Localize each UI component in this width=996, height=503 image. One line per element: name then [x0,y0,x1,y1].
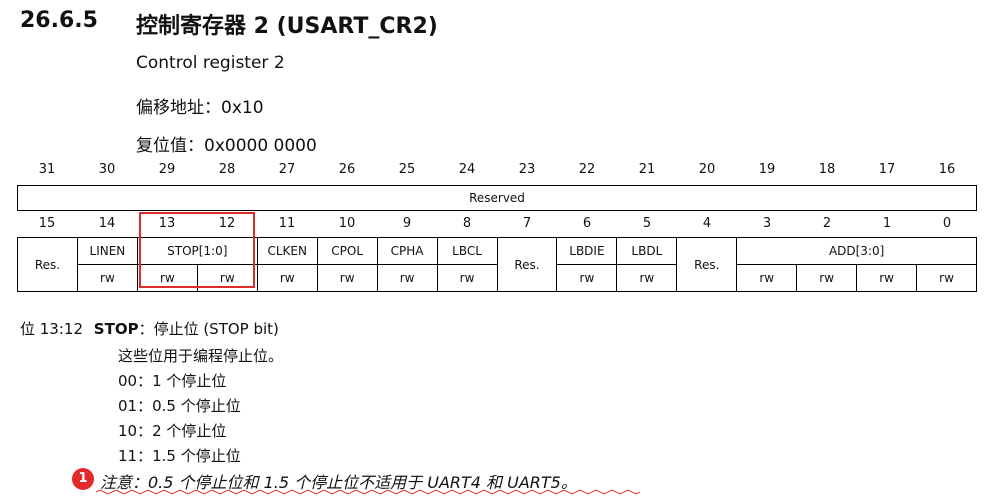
access-cell: rw [916,264,977,292]
field-name: STOP [93,320,139,338]
option-item: 00：1 个停止位 [118,372,227,390]
access-cell: rw [76,264,138,292]
field-cell: Res. [17,237,78,292]
access-cell: rw [796,264,858,292]
register-lower-table: Res. LINEN STOP[1:0] CLKEN CPOL CPHA LBC… [17,237,977,292]
option-item: 10：2 个停止位 [118,422,227,440]
bit-description-heading: 位 13:12 STOP：停止位 (STOP bit) [20,318,279,339]
offset-address: 偏移地址：0x10 [136,98,264,118]
bit-number: 26 [338,162,356,177]
field-cell: LBDIE [556,237,618,265]
section-number: 26.6.5 [20,8,98,33]
access-cell: rw [616,264,678,292]
field-cell: LBCL [436,237,498,265]
field-cell: CPOL [316,237,378,265]
bit-number: 11 [278,216,296,231]
bit-number: 25 [398,162,416,177]
section-title: 控制寄存器 2 (USART_CR2) [136,14,438,39]
bit-number: 18 [818,162,836,177]
bit-number: 27 [278,162,296,177]
bit-number: 19 [758,162,776,177]
access-cell: rw [256,264,318,292]
access-cell: rw [736,264,798,292]
option-item: 01：0.5 个停止位 [118,397,241,415]
bit-number: 29 [158,162,176,177]
field-cell: ADD[3:0] [736,237,977,265]
access-cell: rw [436,264,498,292]
access-cell: rw [556,264,618,292]
register-upper-table: Reserved [17,185,977,211]
bit-number: 7 [522,216,532,231]
bit-number: 31 [38,162,56,177]
access-cell: rw [136,264,198,292]
register-subtitle: Control register 2 [136,53,285,73]
bit-range: 位 13:12 [20,320,83,338]
option-item: 11：1.5 个停止位 [118,447,241,465]
note-underline [96,490,641,494]
field-cell: Res. [676,237,738,292]
bit-number: 6 [582,216,592,231]
field-row: Res. LINEN STOP[1:0] CLKEN CPOL CPHA LBC… [17,237,977,292]
field-cell: CPHA [376,237,438,265]
access-cell: rw [856,264,918,292]
bit-number: 12 [218,216,236,231]
bit-number: 15 [38,216,56,231]
bit-number: 21 [638,162,656,177]
reset-value: 复位值：0x0000 0000 [136,136,317,156]
bit-number: 2 [822,216,832,231]
bit-number: 20 [698,162,716,177]
bit-number: 16 [938,162,956,177]
bit-number: 14 [98,216,116,231]
field-cell: LINEN [76,237,138,265]
bit-number: 28 [218,162,236,177]
field-desc: ：停止位 (STOP bit) [138,320,279,338]
field-cell: CLKEN [256,237,318,265]
field-cell: LBDL [616,237,678,265]
bit-number: 24 [458,162,476,177]
bit-number: 3 [762,216,772,231]
bit-number: 10 [338,216,356,231]
bit-number: 0 [942,216,952,231]
bit-number: 4 [702,216,712,231]
description-intro: 这些位用于编程停止位。 [118,347,284,365]
access-cell: rw [196,264,258,292]
field-cell-stop: STOP[1:0] [136,237,258,265]
bit-number: 22 [578,162,596,177]
access-cell: rw [376,264,438,292]
bit-number: 30 [98,162,116,177]
annotation-badge: 1 [72,468,94,490]
bit-number: 13 [158,216,176,231]
bit-number: 8 [462,216,472,231]
field-cell: Res. [496,237,558,292]
reserved-field: Reserved [17,185,977,211]
bit-number: 5 [642,216,652,231]
bit-number: 9 [402,216,412,231]
bit-number: 1 [882,216,892,231]
bit-number: 23 [518,162,536,177]
lower-bit-numbers: 15 14 13 12 11 10 9 8 7 6 5 4 3 2 1 0 [17,214,977,236]
bit-number: 17 [878,162,896,177]
upper-bit-numbers: 31 30 29 28 27 26 25 24 23 22 21 20 19 1… [17,160,977,182]
access-cell: rw [316,264,378,292]
